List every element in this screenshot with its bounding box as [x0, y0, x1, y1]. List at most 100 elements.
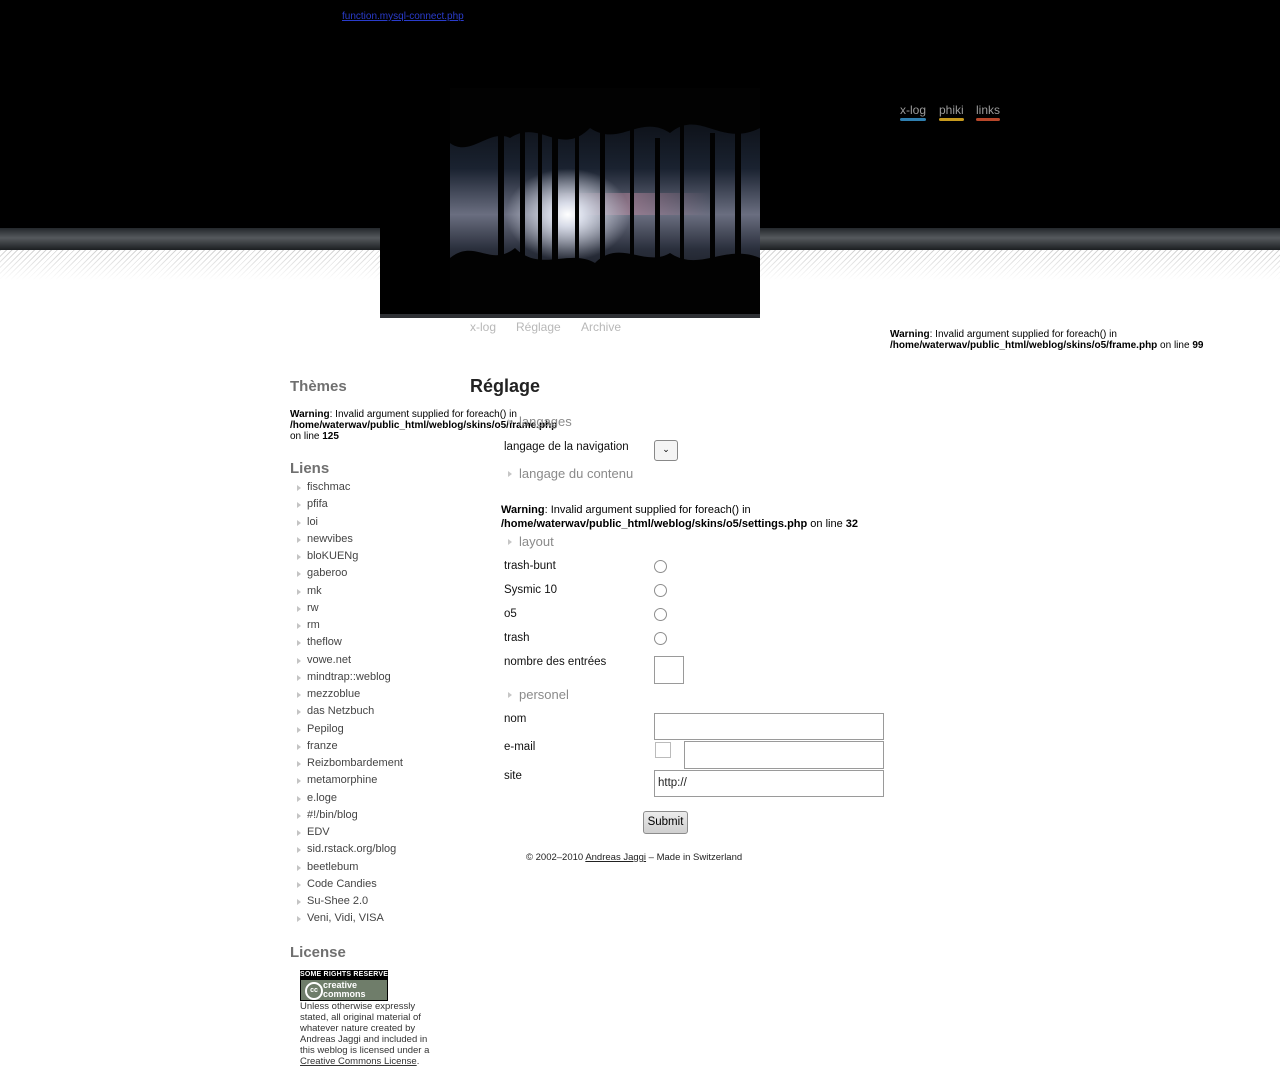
submit-button[interactable]: Submit [643, 811, 688, 834]
site-input[interactable]: http:// [654, 770, 884, 797]
subnav-x-log[interactable]: x-log [470, 320, 496, 334]
blogroll-link[interactable]: bloKUENg [307, 550, 358, 562]
list-item: rw [290, 600, 465, 617]
blogroll-link[interactable]: mk [307, 585, 322, 597]
blogroll-link[interactable]: sid.rstack.org/blog [307, 843, 396, 855]
cc-license-link[interactable]: Creative Commons License [300, 1056, 417, 1067]
site-label: site [504, 770, 522, 782]
list-item: loi [290, 514, 465, 531]
nav-language-label: langage de la navigation [504, 441, 629, 453]
blogroll-link[interactable]: gaberoo [307, 567, 347, 579]
footer: © 2002–2010 Andreas Jaggi – Made in Swit… [526, 852, 743, 863]
list-item: mk [290, 583, 465, 600]
links-list: fischmac pfifa loi newvibes bloKUENg gaberoo m… [290, 479, 465, 928]
list-item: #!/bin/blog [290, 807, 465, 824]
list-item: rm [290, 617, 465, 634]
section-personel: personel [508, 687, 569, 702]
mysql-connect-link[interactable]: function.mysql-connect.php [342, 11, 464, 22]
blogroll-link[interactable]: Pepilog [307, 723, 344, 735]
email-label: e-mail [504, 741, 536, 753]
x-log-underline [900, 118, 927, 121]
list-item: Code Candies [290, 876, 465, 893]
list-item: theflow [290, 634, 465, 651]
list-item: EDV [290, 824, 465, 841]
broken-image-icon [655, 742, 671, 758]
list-item: gaberoo [290, 565, 465, 582]
license-heading: License [290, 943, 346, 961]
list-item: mezzoblue [290, 686, 465, 703]
author-link[interactable]: Andreas Jaggi [585, 852, 646, 863]
blogroll-link[interactable]: mindtrap::weblog [307, 671, 391, 683]
links-underline [976, 118, 1001, 121]
list-item: fischmac [290, 479, 465, 496]
blogroll-link[interactable]: Veni, Vidi, VISA [307, 912, 384, 924]
subnav-reglage[interactable]: Réglage [516, 320, 561, 334]
layout-label-trash: trash [504, 632, 530, 644]
section-content-language: langage du contenu [507, 466, 634, 481]
blogroll-link[interactable]: vowe.net [307, 654, 351, 666]
nav-language-select[interactable]: ⌄ [654, 440, 678, 461]
list-item: mindtrap::weblog [290, 669, 465, 686]
blogroll-link[interactable]: Su-Shee 2.0 [307, 895, 368, 907]
entries-count-input[interactable] [654, 656, 684, 684]
blogroll-link[interactable]: EDV [307, 826, 330, 838]
name-input[interactable] [654, 713, 884, 740]
blogroll-link[interactable]: mezzoblue [307, 688, 360, 700]
list-item: pfifa [290, 496, 465, 513]
warning-settings-32: Warning: Invalid argument supplied for f… [501, 504, 859, 530]
list-item: sid.rstack.org/blog [290, 841, 465, 858]
list-item: franze [290, 738, 465, 755]
blogroll-link[interactable]: loi [307, 516, 318, 528]
top-nav-phiki[interactable]: phiki [939, 103, 964, 121]
layout-label-o5: o5 [504, 608, 517, 620]
links-heading: Liens [290, 460, 330, 477]
blogroll-link[interactable]: e.loge [307, 792, 337, 804]
layout-label-trash-bunt: trash-bunt [504, 560, 556, 572]
banner-image [380, 88, 760, 318]
themes-heading: Thèmes [290, 378, 347, 395]
layout-radio-o5[interactable] [654, 608, 667, 621]
layout-radio-trash-bunt[interactable] [654, 560, 667, 573]
entries-count-label: nombre des entrées [504, 656, 607, 668]
name-label: nom [504, 713, 527, 725]
cc-logo-icon: cc [305, 982, 323, 1000]
list-item: Reizbombardement [290, 755, 465, 772]
list-item: das Netzbuch [290, 703, 465, 720]
email-input[interactable] [684, 741, 884, 769]
list-item: bloKUENg [290, 548, 465, 565]
blogroll-link[interactable]: theflow [307, 636, 342, 648]
blogroll-link[interactable]: das Netzbuch [307, 705, 374, 717]
creative-commons-badge[interactable]: SOME RIGHTS RESERVED cc creative commons [300, 970, 388, 1001]
blogroll-link[interactable]: newvibes [307, 533, 353, 545]
list-item: beetlebum [290, 859, 465, 876]
section-layout: layout [508, 534, 554, 549]
blogroll-link[interactable]: rm [307, 619, 320, 631]
list-item: metamorphine [290, 772, 465, 789]
blogroll-link[interactable]: fischmac [307, 481, 350, 493]
list-item: Veni, Vidi, VISA [290, 910, 465, 927]
blogroll-link[interactable]: pfifa [307, 498, 328, 510]
warning-frame-99: Warning: Invalid argument supplied for f… [890, 329, 1204, 351]
top-nav-x-log[interactable]: x-log [900, 103, 927, 121]
blogroll-link[interactable]: franze [307, 740, 338, 752]
layout-radio-sysmic-10[interactable] [654, 584, 667, 597]
section-langages: langages [508, 414, 572, 429]
list-item: vowe.net [290, 652, 465, 669]
layout-radio-trash[interactable] [654, 632, 667, 645]
license-text: Unless otherwise expressly stated, all o… [300, 1001, 430, 1067]
blogroll-link[interactable]: metamorphine [307, 774, 377, 786]
blogroll-link[interactable]: #!/bin/blog [307, 809, 358, 821]
list-item: newvibes [290, 531, 465, 548]
top-nav-links[interactable]: links [976, 103, 1001, 121]
blogroll-link[interactable]: rw [307, 602, 319, 614]
subnav-archive[interactable]: Archive [581, 320, 621, 334]
list-item: e.loge [290, 790, 465, 807]
blogroll-link[interactable]: Reizbombardement [307, 757, 403, 769]
chevron-down-icon: ⌄ [662, 444, 670, 454]
layout-label-sysmic-10: Sysmic 10 [504, 584, 558, 596]
blogroll-link[interactable]: beetlebum [307, 861, 358, 873]
list-item: Pepilog [290, 721, 465, 738]
phiki-underline [939, 118, 964, 121]
page-title: Réglage [470, 376, 541, 396]
blogroll-link[interactable]: Code Candies [307, 878, 377, 890]
